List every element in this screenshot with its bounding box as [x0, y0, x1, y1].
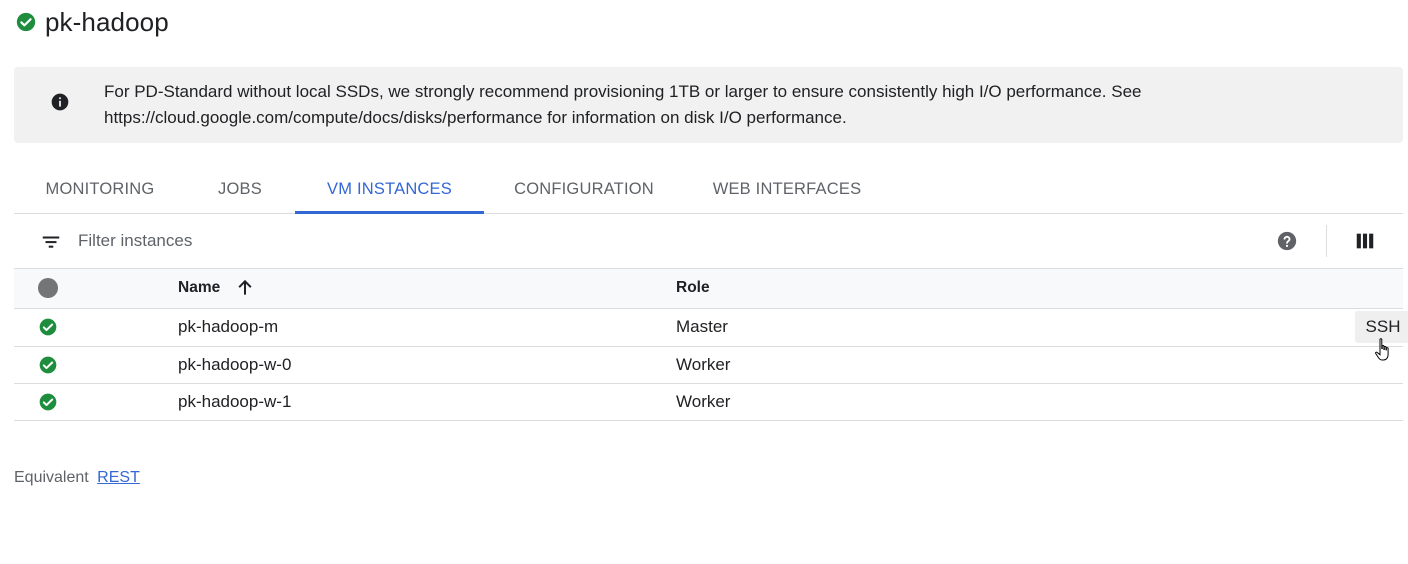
instance-name[interactable]: pk-hadoop-w-0 — [178, 346, 676, 384]
rest-link[interactable]: REST — [97, 469, 140, 486]
instance-role: Master — [676, 308, 1236, 347]
tab-jobs[interactable]: JOBS — [195, 166, 285, 213]
notice-text: For PD-Standard without local SSDs, we s… — [104, 79, 1304, 131]
tab-configuration[interactable]: CONFIGURATION — [502, 166, 666, 213]
filter-list-icon[interactable] — [40, 231, 62, 253]
instance-name[interactable]: pk-hadoop-w-1 — [178, 383, 676, 421]
tab-web-interfaces[interactable]: WEB INTERFACES — [702, 166, 872, 213]
check-circle-icon — [39, 356, 57, 374]
filter-bar — [14, 214, 1403, 269]
info-icon — [51, 93, 69, 111]
help-icon[interactable] — [1276, 230, 1298, 252]
ssh-button[interactable]: SSH — [1355, 310, 1408, 343]
check-circle-icon — [16, 12, 36, 32]
select-all-column — [14, 269, 178, 309]
page-title: pk-hadoop — [45, 6, 169, 37]
table-row[interactable]: pk-hadoop-w-1 Worker — [14, 383, 1403, 421]
equivalent-rest-footer: Equivalent REST — [14, 469, 140, 487]
name-column-header[interactable]: Name — [178, 269, 676, 309]
role-column-header[interactable]: Role — [676, 269, 1236, 309]
check-circle-icon — [39, 393, 57, 411]
toolbar-divider — [1326, 225, 1327, 257]
status-cell — [14, 383, 178, 421]
select-all-indicator[interactable] — [38, 278, 58, 299]
action-cell — [1236, 346, 1403, 384]
action-column-header — [1236, 269, 1403, 309]
action-cell — [1236, 383, 1403, 421]
footer-prefix: Equivalent — [14, 469, 89, 486]
role-header-label: Role — [676, 279, 710, 297]
check-circle-icon — [39, 318, 57, 336]
action-cell: SSH — [1236, 308, 1408, 360]
column-display-icon[interactable] — [1354, 230, 1376, 252]
table-header-row: Name Role — [14, 269, 1403, 309]
table-row[interactable]: pk-hadoop-m Master SSH — [14, 308, 1408, 360]
instances-table: Name Role pk-hadoop-m Master SSH pk-hado… — [14, 269, 1408, 421]
notice-line-1: For PD-Standard without local SSDs, we s… — [104, 82, 1142, 101]
notice-line-2: https://cloud.google.com/compute/docs/di… — [104, 108, 847, 127]
table-row[interactable]: pk-hadoop-w-0 Worker — [14, 346, 1403, 384]
info-notice: For PD-Standard without local SSDs, we s… — [14, 67, 1403, 143]
instance-name[interactable]: pk-hadoop-m — [178, 308, 676, 347]
arrow-up-icon[interactable] — [235, 278, 255, 298]
tab-vm-instances[interactable]: VM INSTANCES — [295, 166, 484, 214]
filter-input[interactable] — [76, 226, 1176, 256]
status-cell — [14, 346, 178, 384]
status-cell — [14, 308, 178, 347]
name-header-label: Name — [178, 279, 221, 297]
tab-monitoring[interactable]: MONITORING — [28, 166, 172, 213]
instance-role: Worker — [676, 383, 1236, 421]
page-header: pk-hadoop — [15, 4, 169, 40]
tab-bar: MONITORING JOBS VM INSTANCES CONFIGURATI… — [14, 166, 1403, 214]
instance-role: Worker — [676, 346, 1236, 384]
